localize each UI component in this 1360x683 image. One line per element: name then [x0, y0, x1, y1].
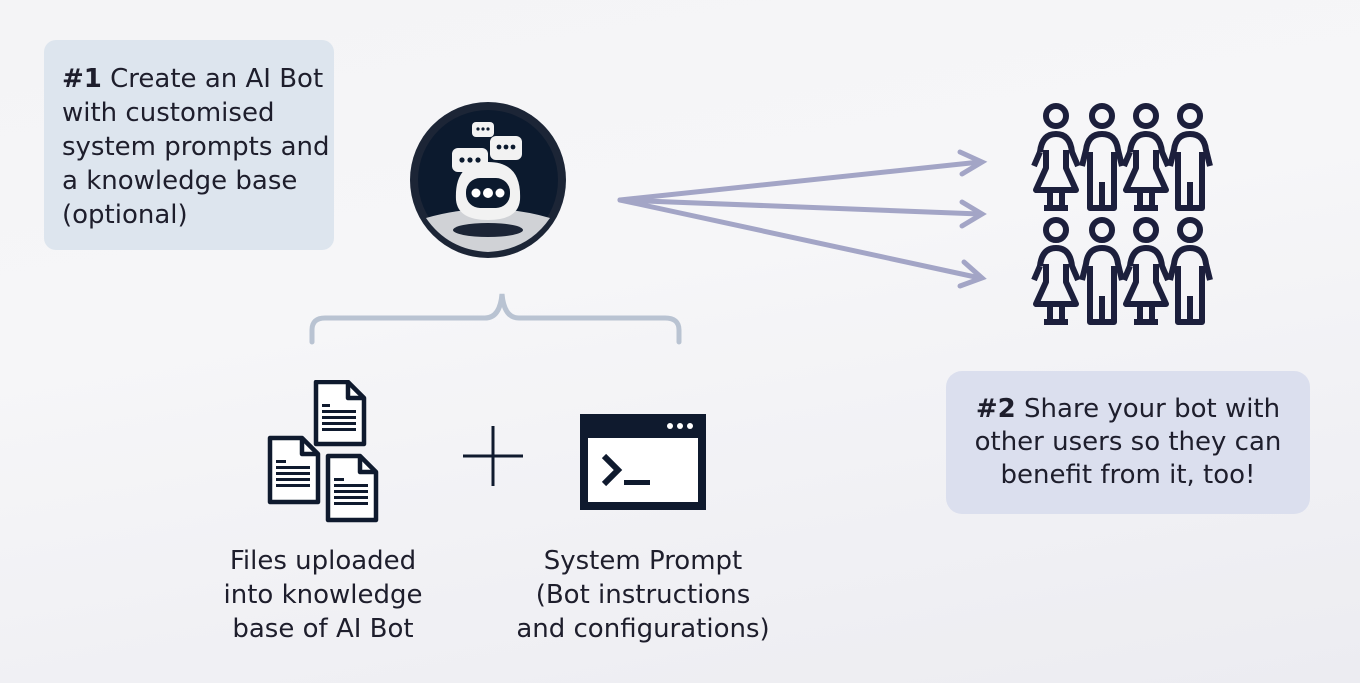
terminal-icon: [580, 414, 706, 510]
files-caption-line: base of AI Bot: [232, 614, 414, 644]
documents-icon: [267, 380, 379, 523]
step1-number: #1: [62, 64, 102, 94]
user-group-icon: [1030, 100, 1226, 328]
step2-box: #2 Share your bot with other users so th…: [946, 371, 1310, 514]
prompt-caption: System Prompt (Bot instructions and conf…: [500, 544, 786, 646]
arrow-top: [617, 159, 983, 203]
step2-number: #2: [975, 394, 1016, 424]
prompt-caption-line: (Bot instructions: [535, 580, 751, 610]
ai-bot-icon: [410, 102, 566, 258]
plus-icon: [463, 426, 523, 486]
step1-text: Create an AI Bot with customised system …: [62, 64, 330, 230]
files-caption-line: Files uploaded: [229, 546, 417, 576]
prompt-caption-line: System Prompt: [543, 546, 743, 576]
step2-text: Share your bot with other users so they …: [974, 394, 1282, 490]
brace: [309, 293, 682, 345]
files-caption-line: into knowledge: [223, 580, 423, 610]
share-arrows: [617, 149, 988, 289]
prompt-caption-line: and configurations): [516, 614, 770, 644]
step1-box: #1 Create an AI Bot with customised syst…: [44, 40, 334, 250]
files-caption: Files uploaded into knowledge base of AI…: [200, 544, 446, 646]
